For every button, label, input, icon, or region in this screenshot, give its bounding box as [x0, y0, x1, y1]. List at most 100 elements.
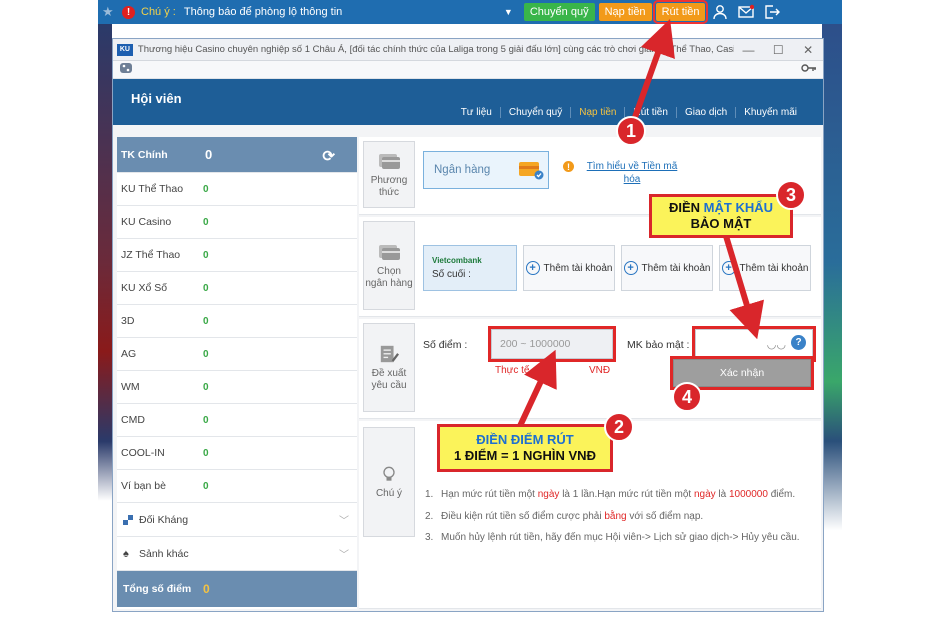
refresh-icon[interactable]: ⟳ [322, 147, 335, 165]
transfer-button[interactable]: Chuyển quỹ [523, 3, 595, 21]
bank-method-label: Ngân hàng [434, 164, 491, 176]
wallet-row: WM 0 [117, 371, 357, 404]
request-label: Đề xuất yêu cầu [363, 323, 415, 412]
wallet-label: KU Xổ Số [121, 282, 168, 294]
callout-text: 1 ĐIỂM = 1 NGHÌN VNĐ [454, 448, 596, 463]
account-last-digits: Số cuối : [432, 269, 471, 280]
wallet-row: JZ Thể Thao 0 [117, 239, 357, 272]
wallet-label: Ví bạn bè [121, 480, 166, 492]
total-value: 0 [203, 582, 210, 596]
points-label: Số điểm : [423, 339, 468, 351]
security-password-input[interactable]: ◡◡ ? [692, 326, 816, 362]
bank-method-button[interactable]: Ngân hàng [423, 151, 549, 189]
notes-label: Chú ý [363, 427, 415, 537]
callout-points: ĐIỀN ĐIỂM RÚT 1 ĐIỂM = 1 NGHÌN VNĐ [437, 424, 613, 472]
actual-amount: Thực tế : 0 [495, 365, 544, 376]
add-icon: + [721, 261, 736, 275]
wallet-value: 0 [203, 249, 209, 261]
main-account-row: TK Chính 0 ⟳ [117, 137, 357, 173]
tab-transactions[interactable]: Giao dịch [675, 107, 735, 118]
wallet-value: 0 [203, 183, 209, 195]
wallet-row: Ví bạn bè 0 [117, 470, 357, 503]
chevron-down-icon[interactable]: ﹀ [339, 546, 349, 561]
star-icon[interactable]: ★ [102, 4, 116, 20]
wallet-label: CMD [121, 414, 145, 426]
screenshot: ★ ! Chú ý : Thông báo để phòng lộ thông … [0, 0, 940, 620]
user-icon[interactable] [709, 2, 731, 22]
list-item: 1. Hạn mức rút tiền một ngày là 1 lần.Hạ… [425, 489, 796, 500]
callout-text: ĐIỀN ĐIỂM RÚT [476, 432, 574, 448]
lightbulb-icon [383, 466, 395, 481]
add-account-button[interactable]: + Thêm tài khoản [621, 245, 713, 291]
points-input[interactable]: 200 ~ 1000000 [488, 326, 616, 362]
main-account-label: TK Chính [121, 148, 168, 161]
tab-profile[interactable]: Tư liệu [453, 107, 500, 118]
member-header: Hội viên Tư liệu Chuyển quỹ Nạp tiền Rút… [113, 79, 823, 125]
crypto-info-link[interactable]: Tìm hiểu về Tiền mã hóa [577, 161, 687, 186]
wallet-row: AG 0 [117, 338, 357, 371]
step-badge-3: 3 [776, 180, 806, 210]
vietcombank-account[interactable]: Vietcombank Số cuối : [423, 245, 517, 291]
add-account-label: Thêm tài khoản [641, 262, 711, 274]
card-icon [379, 153, 400, 169]
deposit-button[interactable]: Nạp tiền [598, 3, 652, 21]
wallet-row: 3D 0 [117, 305, 357, 338]
add-account-button[interactable]: + Thêm tài khoản [523, 245, 615, 291]
wallet-row: COOL-IN 0 [117, 437, 357, 470]
wallet-row: KU Thể Thao 0 [117, 173, 357, 206]
notes-label-text: Chú ý [375, 488, 403, 499]
total-label: Tổng số điểm [123, 583, 192, 595]
key-icon[interactable] [801, 63, 817, 76]
add-account-button[interactable]: + Thêm tài khoản [719, 245, 811, 291]
wallet-value: 0 [203, 216, 209, 228]
list-item: 3. Muốn hủy lệnh rút tiền, hãy đến mục H… [425, 532, 800, 543]
window-title: Thương hiệu Casino chuyên nghiệp số 1 Ch… [137, 44, 734, 55]
settings-icon[interactable] [119, 62, 133, 77]
bank-card-icon [519, 162, 544, 180]
points-placeholder: 200 ~ 1000000 [500, 338, 571, 350]
background-banner-left [98, 24, 112, 620]
method-label-line: Phương [370, 174, 408, 186]
wallet-label: WM [121, 381, 140, 393]
wallet-row: KU Casino 0 [117, 206, 357, 239]
add-account-label: Thêm tài khoản [739, 262, 809, 274]
member-window: KU Thương hiệu Casino chuyên nghiệp số 1… [112, 38, 824, 612]
wallet-label: JZ Thể Thao [121, 249, 181, 261]
wallet-value: 0 [203, 414, 209, 426]
warning-icon: ! [122, 5, 135, 19]
mail-icon[interactable] [735, 2, 757, 22]
list-item: 2. Điều kiện rút tiền số điểm cược phải … [425, 510, 704, 522]
maximize-button[interactable]: ☐ [763, 43, 793, 57]
withdraw-button[interactable]: Rút tiền [652, 0, 709, 24]
tab-transfer[interactable]: Chuyển quỹ [499, 107, 570, 118]
group-versus[interactable]: Đối Kháng ﹀ [117, 503, 357, 537]
chevron-down-icon[interactable]: ▼ [504, 7, 520, 17]
help-icon[interactable]: ? [791, 335, 806, 350]
wallet-row: CMD 0 [117, 404, 357, 437]
wallet-value: 0 [203, 447, 209, 459]
group-other-lobby[interactable]: ♠ Sảnh khác ﹀ [117, 537, 357, 571]
card-icon [379, 244, 400, 260]
close-button[interactable]: ✕ [793, 43, 823, 57]
eye-icon[interactable]: ◡◡ [767, 338, 786, 351]
wallet-value: 0 [203, 282, 209, 294]
add-icon: + [623, 261, 638, 275]
logout-icon[interactable] [761, 2, 783, 22]
request-label-line: yêu cầu [371, 379, 407, 391]
wallet-label: COOL-IN [121, 447, 165, 459]
choose-bank-label-line: Chọn [377, 265, 401, 277]
add-icon: + [525, 261, 540, 275]
tab-deposit[interactable]: Nạp tiền [570, 107, 624, 118]
tab-promotions[interactable]: Khuyến mãi [735, 107, 805, 118]
info-icon: ! [563, 161, 574, 172]
wallet-row: KU Xổ Số 0 [117, 272, 357, 305]
group-label: Đối Kháng [139, 513, 189, 526]
chevron-down-icon[interactable]: ﹀ [339, 512, 349, 527]
wallet-label: KU Thể Thao [121, 183, 184, 195]
minimize-button[interactable]: — [734, 43, 764, 57]
window-toolbar [113, 61, 823, 79]
notice-text[interactable]: Thông báo để phòng lộ thông tin [184, 6, 504, 18]
wallet-label: KU Casino [121, 216, 172, 228]
step-badge-2: 2 [604, 412, 634, 442]
callout-text: BẢO MẬT [690, 216, 752, 231]
